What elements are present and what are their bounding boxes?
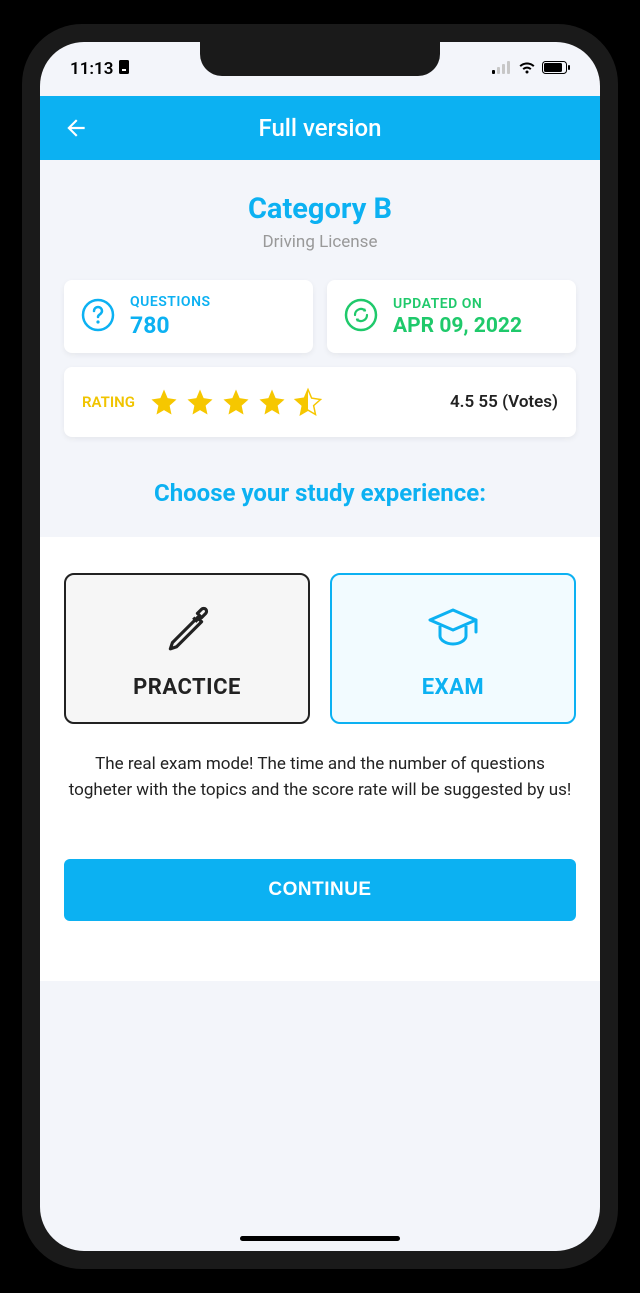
phone-frame: 11:13 Full version [22,24,618,1269]
category-subtitle: Driving License [64,232,576,252]
rating-label: RATING [82,393,135,411]
back-button[interactable] [60,112,92,144]
rating-text: 4.5 55 (Votes) [450,392,558,412]
questions-label: QUESTIONS [130,294,211,310]
app-header: Full version [40,96,600,160]
pencil-icon [162,603,212,657]
updated-label: UPDATED ON [393,296,522,312]
category-block: Category B Driving License [64,160,576,270]
continue-button[interactable]: CONTINUE [64,859,576,921]
star-icon [149,387,179,417]
category-title: Category B [64,192,576,226]
signal-icon [492,59,512,79]
status-time: 11:13 [70,59,113,79]
questions-card: QUESTIONS 780 [64,280,313,353]
practice-mode-card[interactable]: PRACTICE [64,573,310,724]
star-icon [185,387,215,417]
mode-description: The real exam mode! The time and the num… [64,752,576,803]
mode-section: PRACTICE EXAM The real exam mode! The ti… [40,537,600,981]
practice-label: PRACTICE [133,675,241,700]
question-icon [80,297,116,337]
star-half-icon [293,387,323,417]
updated-value: APR 09, 2022 [393,314,522,338]
wifi-icon [518,59,536,79]
home-indicator[interactable] [240,1236,400,1241]
notch [200,42,440,76]
screen: 11:13 Full version [40,42,600,1251]
rating-stars [149,387,450,417]
exam-mode-card[interactable]: EXAM [330,573,576,724]
battery-icon [542,59,570,79]
status-card-icon [117,59,131,80]
exam-label: EXAM [422,675,484,700]
star-icon [221,387,251,417]
graduation-cap-icon [426,603,480,657]
header-title: Full version [258,114,381,142]
updated-card: UPDATED ON APR 09, 2022 [327,280,576,353]
star-icon [257,387,287,417]
arrow-left-icon [63,115,89,141]
choose-heading: Choose your study experience: [64,479,576,507]
questions-value: 780 [130,312,211,339]
rating-card: RATING 4.5 55 (Votes) [64,367,576,437]
refresh-icon [343,297,379,337]
